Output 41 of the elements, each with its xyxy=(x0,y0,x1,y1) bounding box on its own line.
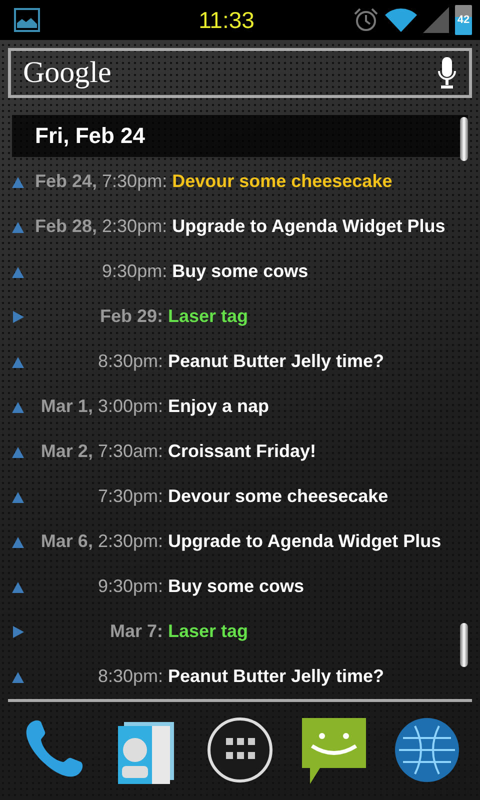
microphone-icon[interactable] xyxy=(437,57,457,89)
event-title[interactable]: Peanut Butter Jelly time? xyxy=(163,351,462,372)
battery-level: 42 xyxy=(455,5,472,35)
scrollbar xyxy=(460,623,468,667)
event-time: 8:30pm: xyxy=(98,666,163,687)
event-time: 7:30pm: xyxy=(98,486,163,507)
event-title[interactable]: Devour some cheesecake xyxy=(163,486,462,507)
google-logo: Google xyxy=(23,56,112,90)
event-title[interactable]: Upgrade to Agenda Widget Plus xyxy=(167,216,462,237)
event-date: Feb 28, xyxy=(35,216,98,237)
wifi-icon xyxy=(385,7,417,33)
event-date: Mar 6, xyxy=(40,531,93,552)
alarm-icon xyxy=(353,7,379,33)
event-time: 9:30pm: xyxy=(98,576,163,597)
event-date: Feb 24, xyxy=(35,171,98,192)
date-header: Fri, Feb 24 xyxy=(12,115,468,157)
clock-time: 11:33 xyxy=(198,6,256,34)
event-title[interactable]: Laser tag xyxy=(163,621,462,642)
scrollbar xyxy=(460,117,468,161)
event-title[interactable]: Peanut Butter Jelly time? xyxy=(163,666,462,687)
signal-icon xyxy=(423,7,449,33)
event-date: Mar 7: xyxy=(110,621,163,642)
event-time: 9:30pm: xyxy=(102,261,168,282)
search-bar[interactable]: Google xyxy=(8,48,472,98)
event-time: 3:00pm: xyxy=(98,396,163,417)
event-time: 8:30pm: xyxy=(98,351,163,372)
event-title[interactable]: Laser tag xyxy=(163,306,462,327)
event-title[interactable]: Buy some cows xyxy=(167,261,462,282)
event-date: Mar 1, xyxy=(40,396,93,417)
event-time: 2:30pm: xyxy=(102,216,168,237)
event-time: 2:30pm: xyxy=(98,531,163,552)
event-title[interactable]: Upgrade to Agenda Widget Plus xyxy=(163,531,462,552)
event-title[interactable]: Devour some cheesecake xyxy=(167,171,462,192)
picture-notification-icon xyxy=(14,8,40,32)
event-title[interactable]: Enjoy a nap xyxy=(163,396,462,417)
event-time: 7:30am: xyxy=(98,441,163,462)
event-date: Mar 2, xyxy=(40,441,93,462)
event-title[interactable]: Croissant Friday! xyxy=(163,441,462,462)
event-date: Feb 29: xyxy=(100,306,163,327)
event-time: 7:30pm: xyxy=(102,171,168,192)
event-title[interactable]: Buy some cows xyxy=(163,576,462,597)
